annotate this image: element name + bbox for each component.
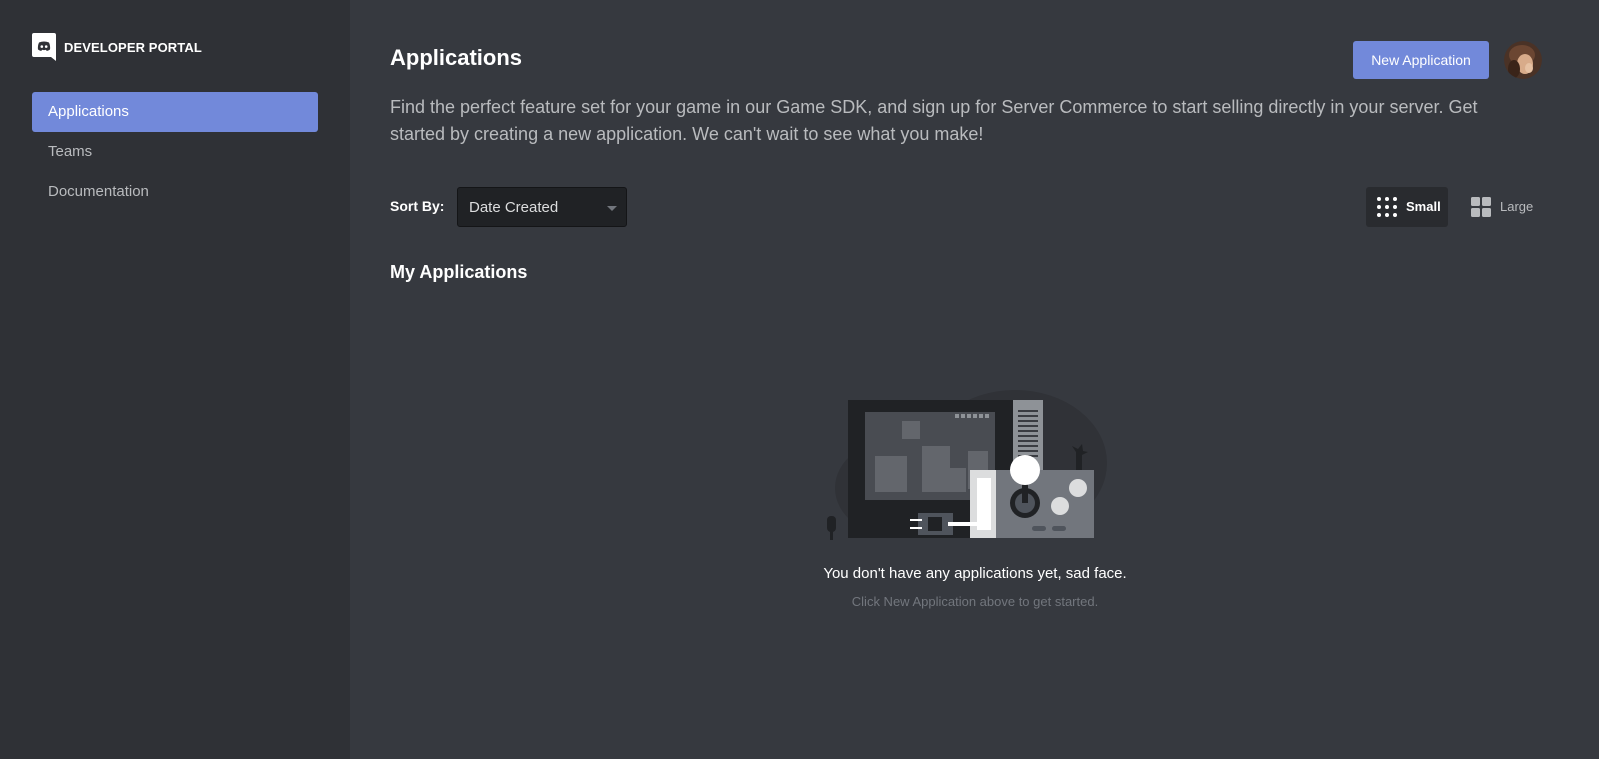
sidebar: DEVELOPER PORTAL Applications Teams Docu…: [0, 0, 350, 759]
sidebar-item-documentation[interactable]: Documentation: [32, 172, 318, 212]
large-grid-icon: [1471, 197, 1491, 217]
brand[interactable]: DEVELOPER PORTAL: [32, 33, 202, 61]
sort-select[interactable]: Date Created: [457, 187, 627, 227]
sort-select-value: Date Created: [469, 199, 559, 216]
user-avatar[interactable]: [1504, 41, 1542, 79]
sidebar-item-applications[interactable]: Applications: [32, 92, 318, 132]
main-content: Applications New Application Find the pe…: [350, 0, 1599, 759]
empty-state-subtitle: Click New Application above to get start…: [851, 594, 1099, 609]
small-grid-icon: [1377, 197, 1397, 217]
view-small-label: Small: [1406, 199, 1441, 214]
sidebar-item-teams[interactable]: Teams: [32, 132, 318, 172]
brand-text: DEVELOPER PORTAL: [64, 39, 202, 55]
new-application-button[interactable]: New Application: [1353, 41, 1489, 79]
intro-description: Find the perfect feature set for your ga…: [390, 97, 1478, 144]
view-large-label: Large: [1500, 199, 1534, 214]
sort-label: Sort By:: [390, 198, 445, 214]
empty-state-title: You don't have any applications yet, sad…: [823, 565, 1127, 582]
avatar-image: [1504, 41, 1542, 79]
page-title: Applications: [390, 45, 523, 70]
view-large-toggle[interactable]: Large: [1460, 187, 1540, 227]
view-small-toggle[interactable]: Small: [1366, 187, 1448, 227]
chevron-down-icon: [607, 206, 617, 211]
sidebar-nav: Applications Teams Documentation: [32, 92, 318, 212]
empty-state-illustration: [827, 390, 1107, 540]
discord-logo-icon: [32, 33, 56, 61]
my-applications-heading: My Applications: [390, 262, 528, 282]
